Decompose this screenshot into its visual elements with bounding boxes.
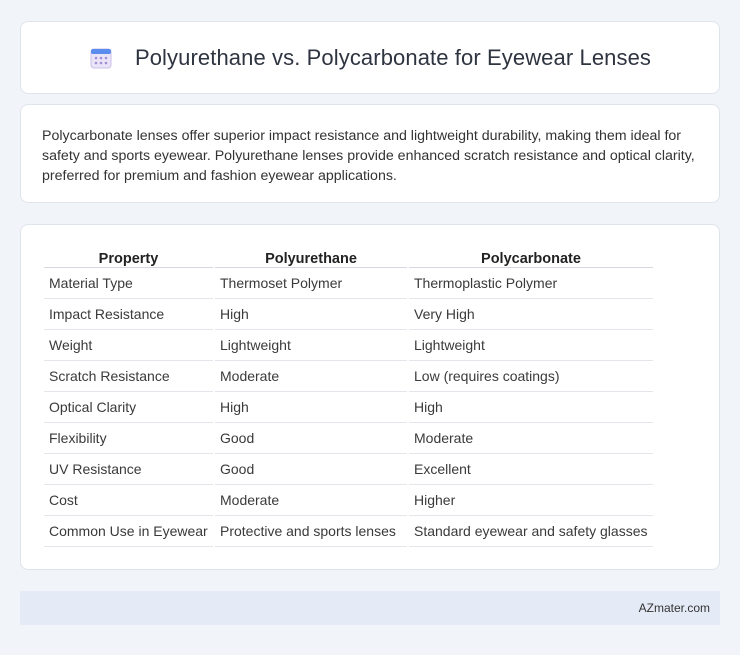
header-property: Property [44,246,213,268]
cell-polycarbonate: Thermoplastic Polymer [409,268,653,299]
cell-property: Flexibility [44,423,213,454]
cell-polyurethane: High [215,299,407,330]
cell-polyurethane: Good [215,423,407,454]
table-row: UV Resistance Good Excellent [44,454,653,485]
cell-property: Impact Resistance [44,299,213,330]
comparison-card: Property Polyurethane Polycarbonate Mate… [20,224,720,570]
cell-polyurethane: Protective and sports lenses [215,516,407,547]
table-row: Impact Resistance High Very High [44,299,653,330]
header-polyurethane: Polyurethane [215,246,407,268]
table-row: Common Use in Eyewear Protective and spo… [44,516,653,547]
comparison-table: Property Polyurethane Polycarbonate Mate… [42,246,655,547]
cell-polyurethane: Good [215,454,407,485]
cell-property: UV Resistance [44,454,213,485]
cell-polyurethane: High [215,392,407,423]
cell-polycarbonate: Standard eyewear and safety glasses [409,516,653,547]
cell-property: Optical Clarity [44,392,213,423]
cell-property: Weight [44,330,213,361]
cell-polyurethane: Thermoset Polymer [215,268,407,299]
header-polycarbonate: Polycarbonate [409,246,653,268]
cell-property: Cost [44,485,213,516]
cell-polycarbonate: Excellent [409,454,653,485]
footer-site[interactable]: AZmater.com [639,601,710,615]
cell-polyurethane: Moderate [215,485,407,516]
summary-text: Polycarbonate lenses offer superior impa… [42,128,695,184]
cell-polycarbonate: Moderate [409,423,653,454]
cell-property: Scratch Resistance [44,361,213,392]
cell-polycarbonate: Higher [409,485,653,516]
summary-card: Polycarbonate lenses offer superior impa… [20,104,720,203]
cell-polycarbonate: High [409,392,653,423]
cell-polycarbonate: Lightweight [409,330,653,361]
table-row: Material Type Thermoset Polymer Thermopl… [44,268,653,299]
cell-property: Material Type [44,268,213,299]
page-title: Polyurethane vs. Polycarbonate for Eyewe… [134,44,652,70]
title-card: Polyurethane vs. Polycarbonate for Eyewe… [20,21,720,94]
table-row: Cost Moderate Higher [44,485,653,516]
table-header-row: Property Polyurethane Polycarbonate [44,246,653,268]
table-row: Weight Lightweight Lightweight [44,330,653,361]
cell-polyurethane: Lightweight [215,330,407,361]
table-row: Optical Clarity High High [44,392,653,423]
title-wrap: Polyurethane vs. Polycarbonate for Eyewe… [21,22,719,93]
calendar-icon [89,46,113,70]
table-row: Flexibility Good Moderate [44,423,653,454]
cell-polyurethane: Moderate [215,361,407,392]
cell-polycarbonate: Low (requires coatings) [409,361,653,392]
footer: AZmater.com [20,591,720,625]
cell-polycarbonate: Very High [409,299,653,330]
cell-property: Common Use in Eyewear [44,516,213,547]
table-row: Scratch Resistance Moderate Low (require… [44,361,653,392]
